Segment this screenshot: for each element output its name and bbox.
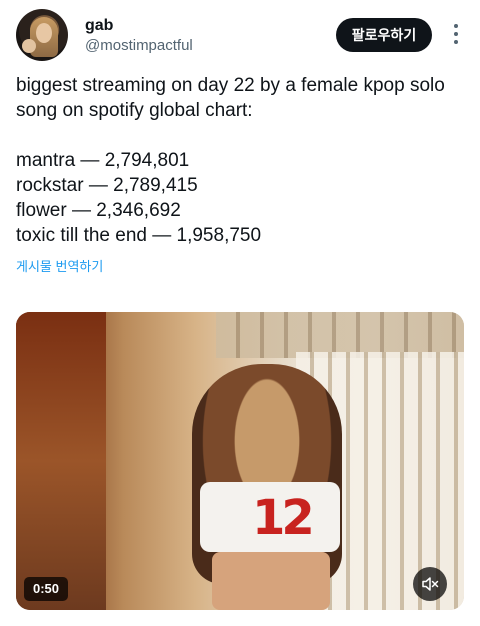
volume-muted-icon xyxy=(422,577,439,591)
mute-button[interactable] xyxy=(413,567,447,601)
tweet-header: gab @mostimpactful 팔로우하기 xyxy=(16,9,464,61)
jersey-number: 12 xyxy=(252,490,315,546)
video-player[interactable]: 12 0:50 xyxy=(16,312,464,610)
author-name[interactable]: gab xyxy=(85,16,113,36)
translate-post-link[interactable]: 게시물 번역하기 xyxy=(16,258,103,276)
author-handle[interactable]: @mostimpactful xyxy=(85,36,193,56)
list-item: toxic till the end — 1,958,750 xyxy=(16,225,262,246)
tweet-intro: biggest streaming on day 22 by a female … xyxy=(16,75,445,121)
tweet-text: biggest streaming on day 22 by a female … xyxy=(16,73,466,248)
list-item: rockstar — 2,789,415 xyxy=(16,175,198,196)
author-avatar[interactable] xyxy=(16,9,68,61)
follow-button[interactable]: 팔로우하기 xyxy=(336,18,432,52)
more-options-icon[interactable] xyxy=(448,21,464,49)
list-item: flower — 2,346,692 xyxy=(16,200,181,221)
video-duration-badge: 0:50 xyxy=(24,577,69,601)
list-item: mantra — 2,794,801 xyxy=(16,150,190,171)
